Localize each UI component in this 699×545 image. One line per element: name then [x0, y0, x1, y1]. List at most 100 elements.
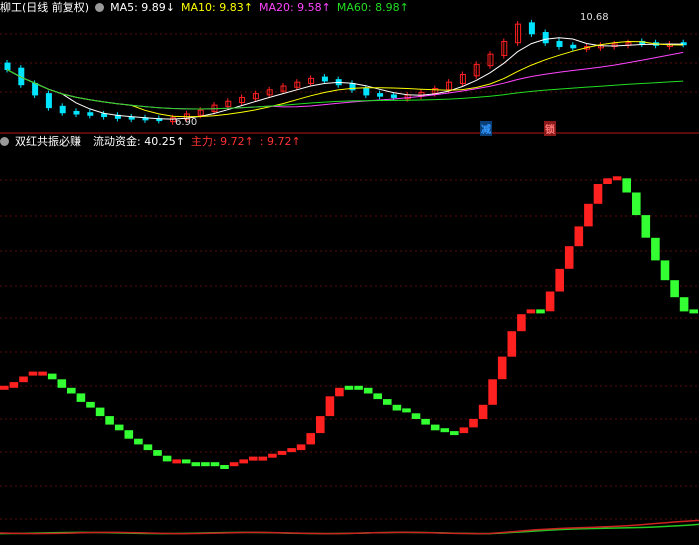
- indicator-bar: [124, 430, 134, 439]
- indicator-bar: [57, 379, 67, 388]
- indicator-bar: [402, 408, 411, 413]
- indicator-bar: [469, 418, 478, 428]
- indicator-bar: [277, 450, 287, 455]
- indicator-bar: [268, 453, 277, 458]
- top-legend: 柳工(日线 前复权) MA5: 9.89↓ MA10: 9.83↑ MA20: …: [0, 0, 415, 15]
- low-price-label: 6.90: [175, 117, 198, 128]
- indicator-bar: [363, 387, 373, 394]
- indicator-bar: [421, 418, 430, 425]
- indicator-bar: [564, 246, 574, 269]
- indicator-bar: [86, 401, 95, 408]
- indicator-bar: [38, 371, 47, 376]
- indicator-bar: [660, 260, 670, 281]
- bottom-lines-group: [0, 519, 699, 535]
- chart-canvas: [0, 19, 699, 535]
- candle-body: [128, 116, 135, 120]
- candle-body: [528, 22, 535, 35]
- indicator-bar: [679, 297, 689, 312]
- indicator-bar: [249, 456, 258, 461]
- indicator-bar: [450, 431, 459, 436]
- stock-title[interactable]: 柳工(日线 前复权): [0, 0, 89, 15]
- ma-line: [6, 51, 684, 110]
- indicator-bar: [76, 393, 86, 402]
- indicator-bar: [373, 393, 382, 400]
- candle-body: [321, 76, 328, 82]
- indicator-bar: [689, 309, 698, 314]
- candle-body: [542, 32, 549, 44]
- indicator-bar: [239, 459, 248, 464]
- bottom-legend: 双红共振必赚 流动资金: 40.25↑ 主力: 9.72↑ : 9.72↑: [0, 134, 307, 148]
- indicator-bar: [612, 176, 622, 181]
- candle-body: [45, 93, 52, 109]
- indicator-bar: [153, 450, 162, 456]
- indicator-bar: [95, 407, 105, 417]
- indicator-bar: [306, 433, 315, 445]
- candle-body: [363, 88, 370, 96]
- indicator-bar: [296, 444, 306, 451]
- indicator-bar: [574, 226, 584, 247]
- gear-icon[interactable]: [95, 2, 105, 12]
- indicator-bar: [0, 385, 9, 390]
- indicator-bar: [440, 428, 450, 433]
- indicator-bar: [229, 462, 239, 467]
- indicator-bar: [478, 404, 488, 419]
- indicator-bar: [335, 387, 344, 397]
- candle-body: [4, 62, 11, 70]
- indicator-bar: [622, 178, 631, 193]
- capital-label: 流动资金: 40.25↑: [93, 135, 185, 148]
- candle-body: [390, 94, 397, 98]
- high-price-label: 10.68: [580, 12, 609, 23]
- indicator-bar: [114, 424, 124, 431]
- ma60-label: MA60: 8.98↑: [336, 0, 409, 14]
- indicator-bar: [134, 438, 143, 445]
- indicator-bar: [191, 462, 201, 467]
- indicator-bar: [47, 373, 57, 380]
- indicator-bar: [201, 462, 210, 467]
- indicator-bar: [354, 385, 363, 390]
- indicator-bars-group[interactable]: [0, 176, 698, 469]
- indicator-bar: [143, 444, 153, 451]
- candle-body: [101, 113, 108, 118]
- candle-body: [32, 82, 39, 96]
- ma5-label: MA5: 9.89↓: [110, 0, 176, 14]
- indicator-bar: [603, 178, 612, 184]
- indicator-bar: [459, 427, 469, 434]
- indicator-bar: [526, 309, 536, 314]
- indicator-bar: [383, 399, 392, 405]
- indicator-bar: [325, 396, 335, 417]
- candle-body: [59, 105, 66, 114]
- candle-body: [73, 110, 80, 115]
- indicator-bar: [651, 237, 660, 261]
- indicator-title[interactable]: 双红共振必赚: [15, 133, 81, 149]
- indicator-bar: [9, 382, 19, 388]
- candle-body: [556, 40, 563, 48]
- indicator-bar: [507, 331, 517, 357]
- candle-body: [377, 93, 384, 97]
- signal-marker-2[interactable]: 锁: [544, 121, 556, 136]
- indicator-bar: [593, 184, 603, 204]
- indicator-bar: [344, 385, 354, 390]
- ma-line: [6, 40, 684, 118]
- ma-lines-group: [6, 37, 684, 120]
- indicator-bar: [287, 448, 296, 453]
- candlestick-group[interactable]: [4, 19, 687, 125]
- indicator-bar: [181, 459, 191, 464]
- indicator-bar: [162, 455, 172, 462]
- ma20-label: MA20: 9.58↑: [258, 0, 331, 14]
- indicator-bar: [536, 309, 545, 314]
- indicator-bar: [258, 456, 268, 461]
- indicator-bar: [392, 404, 402, 411]
- signal-marker-1[interactable]: 减: [480, 121, 492, 136]
- grid-lines: [0, 33, 699, 520]
- indicator-bar: [670, 280, 679, 298]
- indicator-bar: [584, 203, 593, 227]
- extra-label: : 9.72↑: [259, 134, 301, 148]
- gear-icon[interactable]: [0, 136, 9, 146]
- indicator-bar: [411, 413, 421, 419]
- indicator-bar: [517, 314, 526, 332]
- candle-body: [87, 112, 94, 116]
- ma-line: [6, 37, 684, 120]
- indicator-bar: [555, 268, 564, 292]
- indicator-bar: [430, 424, 440, 431]
- indicator-bar: [220, 465, 229, 469]
